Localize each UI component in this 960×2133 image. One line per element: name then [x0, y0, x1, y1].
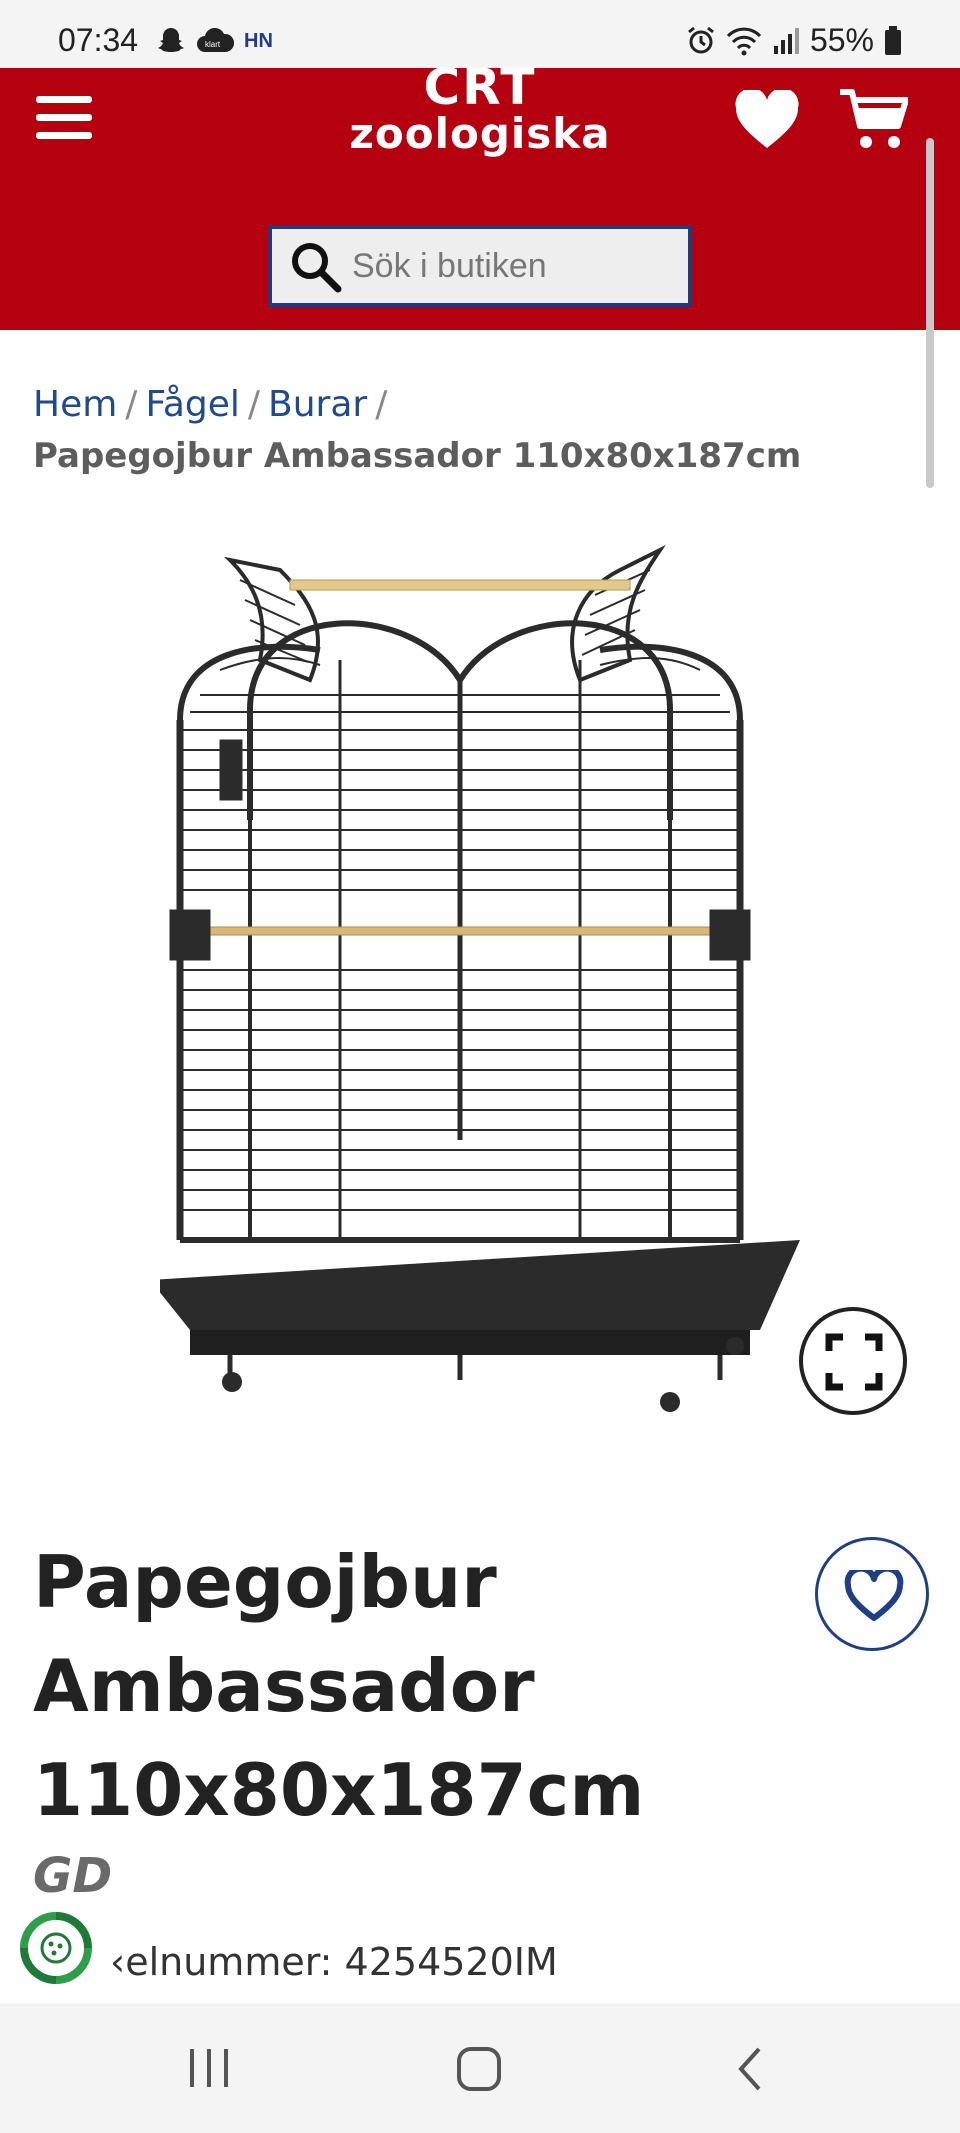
- wifi-icon: [726, 27, 762, 55]
- snapchat-icon: [158, 28, 184, 52]
- battery-percent: 55%: [809, 22, 874, 58]
- back-icon[interactable]: [733, 2045, 767, 2093]
- article-number: ‹elnummer: 4254520IM: [33, 1940, 558, 1984]
- search-icon[interactable]: [286, 237, 344, 295]
- add-to-wishlist-button[interactable]: [815, 1537, 929, 1651]
- wishlist-heart-icon[interactable]: [734, 90, 800, 150]
- breadcrumb-link-home[interactable]: Hem: [33, 384, 117, 425]
- breadcrumb: Hem / Fågel / Burar / Papegojbur Ambassador 1…: [33, 380, 913, 482]
- weather-cloud-icon: klart: [197, 28, 234, 52]
- fullscreen-button[interactable]: [799, 1307, 907, 1415]
- site-logo[interactable]: CRT zoologiska: [320, 58, 640, 156]
- breadcrumb-separator: /: [375, 384, 388, 425]
- heart-outline-icon: [844, 1570, 904, 1621]
- search-input[interactable]: [352, 246, 672, 286]
- breadcrumb-link-fagel[interactable]: Fågel: [145, 384, 239, 425]
- recent-apps-icon[interactable]: [186, 2045, 232, 2091]
- battery-icon: [885, 25, 901, 55]
- page-scrollbar[interactable]: [926, 138, 934, 488]
- svg-text:klart: klart: [205, 40, 221, 49]
- system-navigation-bar: [0, 2003, 960, 2133]
- cart-icon[interactable]: [838, 86, 908, 152]
- hamburger-menu-icon[interactable]: [36, 92, 92, 140]
- parrot-cage-image[interactable]: [160, 540, 800, 1440]
- search-box[interactable]: [268, 225, 692, 307]
- fullscreen-icon: [825, 1333, 883, 1391]
- product-title: Papegojbur Ambassador 110x80x187cm: [33, 1540, 645, 1832]
- breadcrumb-link-burar[interactable]: Burar: [268, 384, 367, 425]
- cookie-consent-icon[interactable]: [18, 1910, 94, 1986]
- breadcrumb-current: Papegojbur Ambassador 110x80x187cm: [33, 436, 802, 476]
- alarm-icon: [688, 26, 714, 53]
- status-notification-icons: klart HN: [156, 26, 273, 56]
- article-number-text: ‹elnummer: 4254520IM: [110, 1940, 558, 1984]
- home-icon[interactable]: [455, 2045, 503, 2093]
- news-badge-icon: HN: [244, 29, 273, 52]
- breadcrumb-separator: /: [125, 384, 138, 425]
- product-brand[interactable]: GD: [33, 1848, 112, 1904]
- status-time: 07:34: [58, 22, 139, 58]
- site-header: CRT zoologiska: [0, 58, 960, 330]
- breadcrumb-separator: /: [247, 384, 261, 425]
- logo-top-text: CRT: [423, 58, 537, 116]
- signal-icon: [773, 27, 799, 54]
- logo-bottom-text: zoologiska: [349, 109, 611, 158]
- status-system-icons: 55%: [686, 22, 902, 59]
